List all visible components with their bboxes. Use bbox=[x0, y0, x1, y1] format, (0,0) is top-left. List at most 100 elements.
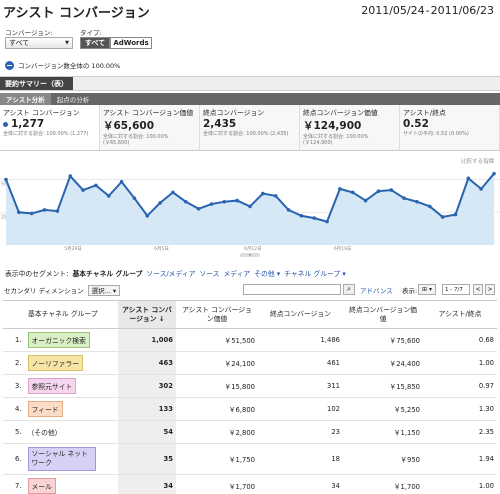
data-point[interactable] bbox=[415, 199, 419, 204]
data-point[interactable] bbox=[158, 201, 162, 205]
assist-value-cell: ￥2,800 bbox=[176, 420, 258, 444]
segment-link-medium[interactable]: メディア bbox=[223, 268, 250, 278]
data-point[interactable] bbox=[132, 196, 137, 201]
metric-last-conversion-value[interactable]: 終点コンバージョン価値 ￥124,900 全体に対する割合: 100.00% (… bbox=[300, 105, 400, 150]
type-label: タイプ: bbox=[80, 29, 102, 37]
segment-link-source-medium[interactable]: ソース/メディア bbox=[146, 268, 195, 278]
table-row[interactable]: 4. フィード 133 ￥6,800 102 ￥5,250 1.30 bbox=[3, 397, 497, 421]
channel-name[interactable]: 参照元サイト bbox=[27, 378, 77, 394]
data-point[interactable] bbox=[261, 191, 265, 196]
data-point[interactable] bbox=[17, 210, 21, 215]
ratio-cell: 1.30 bbox=[423, 397, 497, 421]
data-point[interactable] bbox=[68, 174, 73, 178]
assist-conversions-cell: 1,006 bbox=[118, 328, 176, 352]
segment-link-source[interactable]: ソース bbox=[199, 268, 219, 278]
prev-page-button[interactable]: < bbox=[473, 284, 483, 295]
channel-cell: 参照元サイト bbox=[24, 374, 118, 398]
data-point[interactable] bbox=[402, 196, 406, 201]
channel-name[interactable]: メール bbox=[27, 478, 56, 494]
data-point[interactable] bbox=[119, 180, 124, 184]
metric-assist-conversion-value[interactable]: アシスト コンバージョン価値 ￥65,600 全体に対する割合: 100.00%… bbox=[100, 105, 200, 150]
channel-name[interactable]: フィード bbox=[27, 401, 63, 417]
search-input[interactable] bbox=[243, 284, 341, 295]
col-header-assist-value[interactable]: アシスト コンバージョン価値 bbox=[176, 300, 258, 329]
advanced-filter-link[interactable]: アドバンス bbox=[360, 285, 393, 295]
data-point[interactable] bbox=[209, 202, 214, 206]
last-conversions-cell: 34 bbox=[258, 474, 343, 494]
table-row[interactable]: 3. 参照元サイト 302 ￥15,800 311 ￥15,850 0.97 bbox=[3, 374, 497, 398]
channel-name[interactable]: ノーリファラー bbox=[27, 355, 84, 371]
data-point[interactable] bbox=[222, 199, 227, 204]
conversion-select[interactable]: すべて ▼ bbox=[5, 37, 73, 49]
col-header-assist-conversions[interactable]: アシスト コンバージョン ↓ bbox=[118, 300, 176, 329]
data-point[interactable] bbox=[389, 188, 394, 192]
data-point[interactable] bbox=[312, 216, 317, 220]
last-value-cell: ￥950 bbox=[343, 443, 423, 475]
data-point[interactable] bbox=[466, 176, 471, 181]
date-range-picker[interactable]: 2011/05/24-2011/06/23 bbox=[361, 4, 494, 17]
tab-assist-analysis[interactable]: アシスト分析 bbox=[0, 93, 51, 105]
data-point[interactable] bbox=[55, 209, 60, 213]
data-point[interactable] bbox=[235, 198, 239, 203]
data-point[interactable] bbox=[273, 194, 278, 198]
row-index: 6. bbox=[3, 443, 25, 475]
data-point[interactable] bbox=[94, 183, 98, 188]
table-row[interactable]: 7. メール 34 ￥1,700 34 ￥1,700 1.00 bbox=[3, 474, 497, 494]
data-point[interactable] bbox=[4, 177, 8, 182]
metric-last-conversions[interactable]: 終点コンバージョン 2,435 全体に対する割合: 100.00% (2,435… bbox=[200, 105, 300, 150]
data-point[interactable] bbox=[145, 213, 150, 218]
type-adwords-toggle[interactable]: AdWords bbox=[110, 37, 152, 49]
data-point[interactable] bbox=[440, 215, 445, 219]
last-value-cell: ￥75,600 bbox=[343, 328, 423, 352]
metric-assist-last-ratio[interactable]: アシスト/終点 0.52 サイトの平均: 0.52 (0.00%) bbox=[400, 105, 500, 150]
data-point[interactable] bbox=[183, 199, 188, 204]
row-index: 5. bbox=[3, 420, 25, 444]
data-point[interactable] bbox=[479, 187, 483, 191]
next-page-button[interactable]: > bbox=[485, 284, 495, 295]
table-row[interactable]: 1. オーガニック検索 1,006 ￥51,500 1,486 ￥75,600 0.68 bbox=[3, 328, 497, 352]
col-header-channel[interactable]: 基本チャネル グループ bbox=[3, 300, 118, 329]
table-row[interactable]: 2. ノーリファラー 463 ￥24,100 461 ￥24,400 1.00 bbox=[3, 351, 497, 375]
secondary-dimension-select[interactable]: 選択... ▾ bbox=[87, 284, 121, 296]
data-point[interactable] bbox=[338, 187, 342, 191]
table-row[interactable]: 6. ソーシャル ネット ワーク 35 ￥1,750 18 ￥950 1.94 bbox=[3, 443, 497, 475]
data-point[interactable] bbox=[171, 190, 175, 195]
data-point[interactable] bbox=[248, 204, 252, 209]
data-point[interactable] bbox=[376, 189, 381, 194]
last-value-cell: ￥1,700 bbox=[343, 474, 423, 494]
data-point[interactable] bbox=[299, 213, 304, 218]
data-point[interactable] bbox=[42, 208, 47, 212]
channel-name[interactable]: オーガニック検索 bbox=[27, 332, 90, 348]
data-point[interactable] bbox=[286, 208, 291, 212]
data-point[interactable] bbox=[81, 188, 85, 192]
segment-link-other[interactable]: その他 ▾ bbox=[254, 268, 280, 278]
data-point[interactable] bbox=[106, 194, 111, 198]
search-icon[interactable]: ⌕ bbox=[343, 284, 355, 295]
data-point[interactable] bbox=[29, 211, 34, 216]
data-table: 基本チャネル グループ アシスト コンバージョン ↓ アシスト コンバージョン価… bbox=[3, 300, 497, 494]
channel-name[interactable]: ソーシャル ネット ワーク bbox=[27, 447, 96, 471]
col-header-ratio[interactable]: アシスト/終点 bbox=[423, 300, 497, 329]
col-header-last-value[interactable]: 終点コンバージョン価値 bbox=[343, 300, 423, 329]
ratio-cell: 0.97 bbox=[423, 374, 497, 398]
metric-name: アシスト コンバージョン bbox=[3, 109, 80, 117]
tab-origin-analysis[interactable]: 起点の分析 bbox=[51, 93, 96, 105]
data-point[interactable] bbox=[363, 198, 368, 203]
view-toggle-button[interactable]: ⊞ ▾ bbox=[418, 284, 436, 295]
table-row[interactable]: 5. （その他） 54 ￥2,800 23 ￥1,150 2.35 bbox=[3, 420, 497, 444]
metric-assist-conversions[interactable]: アシスト コンバージョン 1,277 全体に対する割合: 100.00% (1,… bbox=[0, 105, 100, 150]
data-point[interactable] bbox=[492, 171, 496, 176]
data-point[interactable] bbox=[325, 219, 329, 224]
col-header-last-conversions[interactable]: 終点コンバージョン bbox=[258, 300, 343, 329]
data-point[interactable] bbox=[196, 206, 201, 211]
data-point[interactable] bbox=[350, 190, 355, 195]
segment-current: 基本チャネル グループ bbox=[72, 270, 143, 278]
report-title-button[interactable]: 要約サマリー（表） bbox=[0, 77, 73, 90]
data-point[interactable] bbox=[427, 204, 432, 209]
chart-resize-handle[interactable]: ▾ bbox=[240, 253, 260, 257]
data-point[interactable] bbox=[453, 212, 458, 217]
segment-link-channel-group[interactable]: チャネル グループ ▾ bbox=[284, 268, 346, 278]
type-all-toggle[interactable]: すべて bbox=[80, 37, 110, 49]
assist-value-cell: ￥1,700 bbox=[176, 474, 258, 494]
channel-name[interactable]: （その他） bbox=[28, 429, 62, 437]
